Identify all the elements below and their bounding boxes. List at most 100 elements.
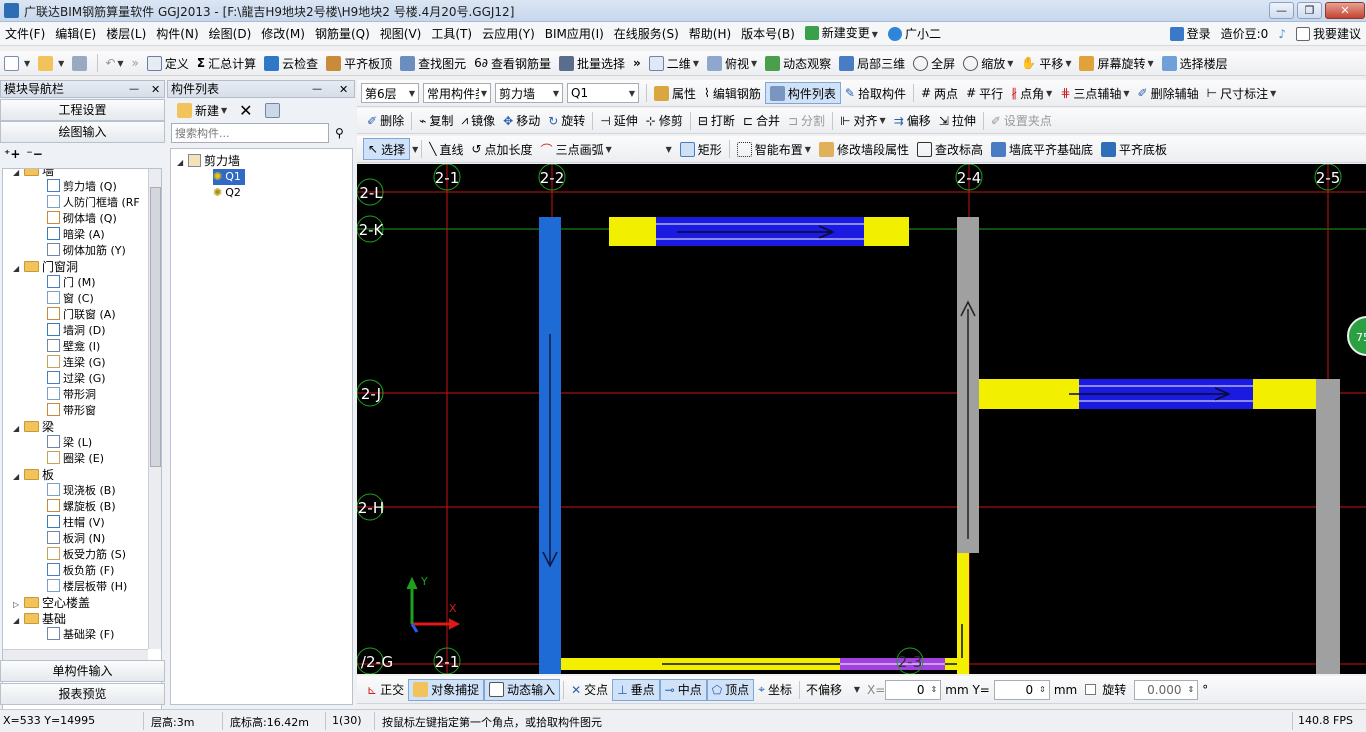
line-tool-button[interactable]: ╲ 直线: [425, 138, 467, 160]
menu-file[interactable]: 文件(F): [0, 22, 50, 45]
select-dropdown-icon[interactable]: ▼: [412, 145, 418, 154]
wall-right-gray[interactable]: [1316, 379, 1340, 674]
view-2d-button[interactable]: 二维 ▼: [645, 52, 703, 74]
tree-item-24[interactable]: 板受力筋 (S): [47, 547, 126, 563]
intersection-snap[interactable]: ✕ 交点: [567, 679, 612, 701]
draw-input-button[interactable]: 绘图输入: [0, 121, 165, 143]
menu-view[interactable]: 视图(V): [375, 22, 427, 45]
pan-button[interactable]: ✋ 平移 ▼: [1017, 52, 1075, 74]
rectangle-tool-button[interactable]: 矩形: [676, 138, 726, 160]
menu-modify[interactable]: 修改(M): [256, 22, 310, 45]
smart-layout-button[interactable]: 智能布置 ▼: [733, 138, 815, 160]
tree-item-23[interactable]: 板洞 (N): [47, 531, 105, 547]
mirror-button[interactable]: ⩘ 镜像: [457, 110, 499, 132]
wall-vertical-yellow[interactable]: [957, 553, 969, 674]
tree-item-5[interactable]: 砌体加筋 (Y): [47, 243, 126, 259]
pin-icon[interactable]: ᅳ: [312, 82, 322, 98]
collapse-icon[interactable]: ◢: [13, 421, 22, 437]
single-input-button[interactable]: 单构件输入: [0, 660, 165, 682]
trim-button[interactable]: ⊹ 修剪: [642, 110, 687, 132]
bell-icon[interactable]: ♪: [1273, 22, 1291, 45]
maximize-button[interactable]: ❐: [1297, 2, 1322, 19]
project-settings-button[interactable]: 工程设置: [0, 99, 165, 121]
tree-item-8[interactable]: 窗 (C): [47, 291, 94, 307]
menu-version[interactable]: 版本号(B): [736, 22, 800, 45]
stretch-button[interactable]: ⇲ 拉伸: [935, 110, 980, 132]
midpoint-snap[interactable]: ⊸ 中点: [659, 678, 707, 701]
sum-calc-button[interactable]: Σ 汇总计算: [193, 52, 260, 74]
component-select[interactable]: Q1 ▼: [567, 83, 639, 103]
properties-button[interactable]: 属性: [650, 82, 700, 104]
tree-group-19[interactable]: ◢ 板: [13, 467, 54, 483]
local-3d-button[interactable]: 局部三维: [835, 52, 909, 74]
find-element-button[interactable]: 查找图元: [396, 52, 470, 74]
new-component-button[interactable]: 新建 ▼: [173, 99, 231, 121]
expand-all-icon[interactable]: ⁺+: [4, 147, 20, 161]
component-list-toggle-button[interactable]: 构件列表: [764, 82, 841, 104]
menu-draw[interactable]: 绘图(D): [204, 22, 257, 45]
category-select[interactable]: 常用构件类▼: [423, 83, 491, 103]
tree-group-28[interactable]: ◢ 基础: [13, 611, 66, 627]
y-input[interactable]: 0 ⇕: [993, 679, 1050, 700]
suggest-link[interactable]: 我要建议: [1291, 22, 1366, 45]
break-button[interactable]: ⊟ 打断: [694, 110, 739, 132]
price-beans[interactable]: 造价豆:0: [1216, 22, 1274, 45]
rotate-checkbox[interactable]: [1085, 684, 1097, 695]
delete-button[interactable]: ✐ 删除: [363, 110, 408, 132]
component-item-q1[interactable]: ✺ Q1: [213, 169, 245, 185]
batch-select-button[interactable]: 批量选择: [555, 52, 629, 74]
delete-aux-button[interactable]: ✐ 删除辅轴: [1134, 82, 1203, 104]
flush-bottom-button[interactable]: 平齐底板: [1097, 138, 1171, 160]
tree-group-16[interactable]: ◢ 梁: [13, 419, 54, 435]
collapse-icon[interactable]: ◢: [13, 261, 22, 277]
tree-item-14[interactable]: 带形洞: [47, 387, 96, 403]
view-top-button[interactable]: 俯视 ▼: [703, 52, 761, 74]
new-file-button[interactable]: ▼: [0, 52, 34, 74]
cloud-check-button[interactable]: 云检查: [260, 52, 322, 74]
tree-item-4[interactable]: 暗梁 (A): [47, 227, 105, 243]
three-point-arc-button[interactable]: ⌒ 三点画弧 ▼: [537, 138, 616, 160]
tree-item-21[interactable]: 螺旋板 (B): [47, 499, 116, 515]
point-length-button[interactable]: ↺ 点加长度: [467, 138, 536, 160]
edit-rebar-button[interactable]: ⌇ 编辑钢筋: [700, 82, 765, 104]
new-change-menu[interactable]: 新建变更 ▼: [800, 22, 883, 45]
tree-vscroll-thumb[interactable]: [150, 187, 161, 467]
perpendicular-snap[interactable]: ⊥ 垂点: [612, 678, 660, 701]
vertex-snap[interactable]: ⬠ 顶点: [706, 678, 755, 701]
tree-item-17[interactable]: 梁 (L): [47, 435, 92, 451]
component-item-q2[interactable]: ✺ Q2: [213, 185, 241, 201]
tree-item-25[interactable]: 板负筋 (F): [47, 563, 114, 579]
tree-vscrollbar[interactable]: [148, 169, 161, 649]
drawing-canvas[interactable]: 2-1 2-2 2-4 2-5 2-L 2-K 2-J 2-H /2-G 2-1…: [357, 164, 1366, 674]
copy-button[interactable]: ⌁ 复制: [415, 110, 457, 132]
tree-item-15[interactable]: 带形窗: [47, 403, 96, 419]
search-icon[interactable]: ⚲: [335, 126, 344, 140]
extend-button[interactable]: ⊣ 延伸: [596, 110, 641, 132]
tree-item-11[interactable]: 壁龛 (I): [47, 339, 100, 355]
pin-icon[interactable]: ᅳ: [129, 82, 139, 98]
split-button[interactable]: ⊐ 分割: [784, 110, 829, 132]
tree-item-2[interactable]: 人防门框墙 (RF: [47, 195, 140, 211]
collapse-icon[interactable]: ◢: [13, 469, 22, 485]
zoom-button[interactable]: 缩放 ▼: [959, 52, 1017, 74]
offset-button[interactable]: ⇉ 偏移: [890, 110, 935, 132]
rotate-button[interactable]: ↻ 旋转: [544, 110, 589, 132]
view-rebar-button[interactable]: 6∂ 查看钢筋量: [470, 52, 555, 74]
report-preview-button[interactable]: 报表预览: [0, 683, 165, 705]
save-button[interactable]: [68, 52, 94, 74]
tree-item-12[interactable]: 连梁 (G): [47, 355, 106, 371]
delete-component-icon[interactable]: ✕: [235, 99, 256, 121]
move-button[interactable]: ✥ 移动: [499, 110, 544, 132]
tree-item-29[interactable]: 基础梁 (F): [47, 627, 114, 643]
coordinate-snap[interactable]: ⌖ 坐标: [754, 679, 796, 701]
drawing-svg[interactable]: 2-1 2-2 2-4 2-5 2-L 2-K 2-J 2-H /2-G 2-1…: [357, 164, 1366, 674]
modify-elevation-button[interactable]: 查改标高: [913, 138, 987, 160]
undo-button[interactable]: ↶ ▼: [101, 52, 127, 74]
point-angle-button[interactable]: ∦ 点角 ▼: [1007, 82, 1056, 104]
set-grip-button[interactable]: ✐ 设置夹点: [987, 110, 1056, 132]
dynamic-input-toggle[interactable]: 动态输入: [484, 678, 561, 701]
tree-item-3[interactable]: 砌体墙 (Q): [47, 211, 117, 227]
component-tree-root[interactable]: ◢ 剪力墙: [177, 153, 240, 169]
tree-item-26[interactable]: 楼层板带 (H): [47, 579, 127, 595]
minimize-button[interactable]: —: [1269, 2, 1294, 19]
